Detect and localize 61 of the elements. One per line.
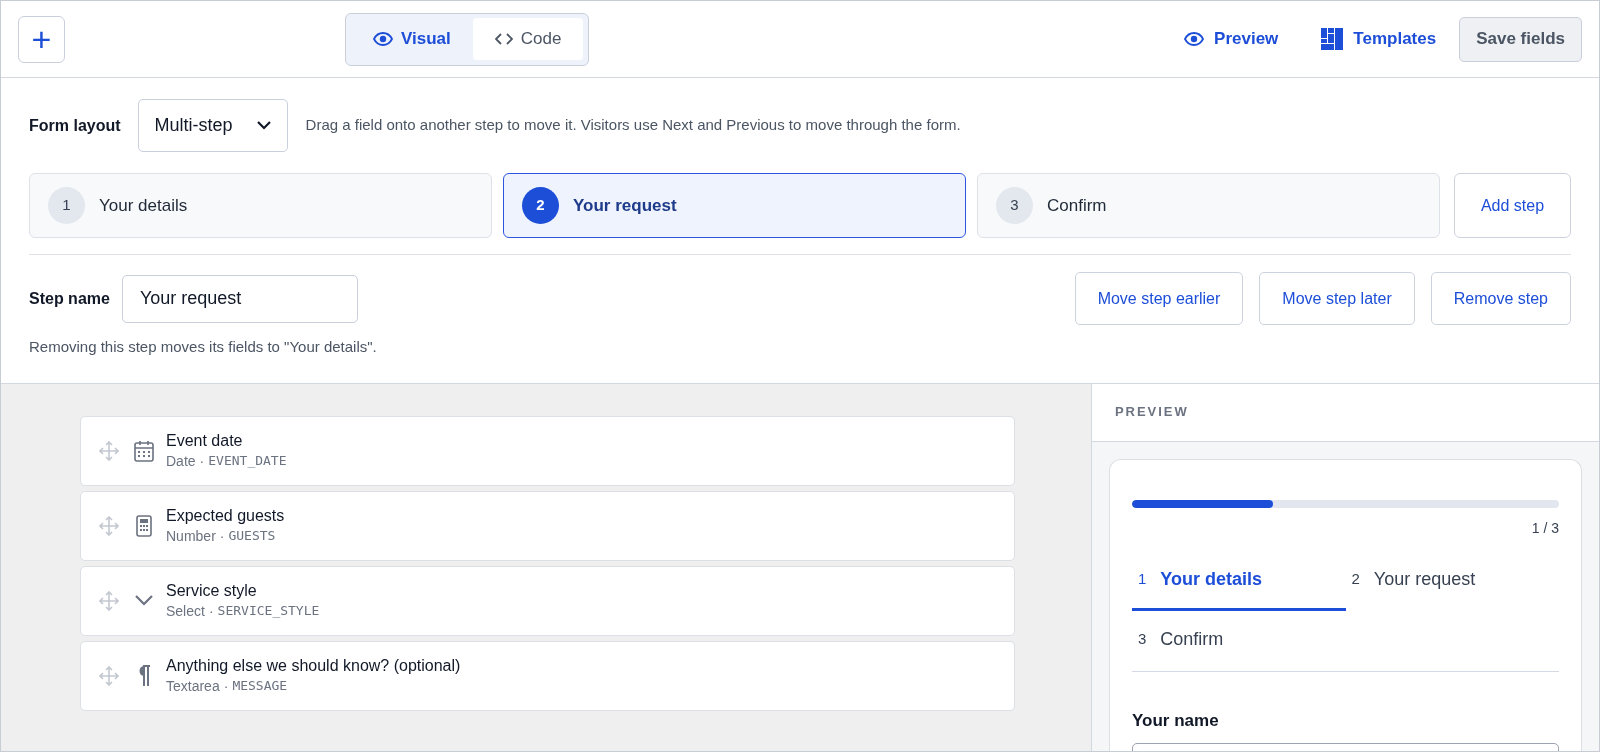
field-type: Select <box>166 601 205 621</box>
save-button[interactable]: Save fields <box>1459 16 1582 62</box>
field-type: Date <box>166 451 196 471</box>
mode-tab[interactable]: Code <box>472 18 584 60</box>
add-step-button[interactable]: Add step <box>1454 173 1571 238</box>
step-name-label: Step name <box>29 288 110 309</box>
separator-dot: · <box>208 601 214 621</box>
drag-handle-icon[interactable] <box>99 440 121 461</box>
field-card[interactable]: Anything else we should know? (optional) Textarea · MESSAGE <box>80 640 1015 711</box>
separator-dot: · <box>219 526 225 546</box>
progress-reading: 1 / 3 <box>1531 518 1559 538</box>
step-number: 1 <box>48 187 85 224</box>
step-name-field[interactable]: Your request <box>121 274 358 323</box>
toolbar-link[interactable]: Templates <box>1321 19 1437 59</box>
chevron-down-icon <box>135 595 153 606</box>
field-key: MESSAGE <box>232 675 288 696</box>
field-card[interactable]: Expected guests Number · GUESTS <box>80 490 1015 561</box>
drag-handle-icon[interactable] <box>99 665 121 686</box>
field-label: Your name <box>1132 709 1220 732</box>
drag-handle-icon[interactable] <box>99 515 121 536</box>
pilcrow-icon <box>137 664 151 687</box>
step-action-button[interactable]: Move step earlier <box>1074 272 1244 325</box>
step-tab[interactable]: 2 Your request <box>503 173 966 238</box>
preview-step-tab[interactable]: 2 Your request <box>1345 550 1559 611</box>
add-button[interactable]: + <box>18 15 65 63</box>
layout-dropdown[interactable]: Multi-step <box>137 99 288 152</box>
field-key: GUESTS <box>228 525 276 546</box>
calculator-icon <box>136 514 152 537</box>
layout-grid-icon <box>1321 28 1344 50</box>
toolbar-link[interactable]: Preview <box>1184 19 1279 59</box>
eye-icon <box>1184 32 1205 46</box>
separator-dot: · <box>223 676 229 696</box>
step-action-button[interactable]: Move step later <box>1259 272 1415 325</box>
field-label: Anything else we should know? (optional) <box>166 655 461 676</box>
field-type: Textarea <box>166 676 220 696</box>
field-card[interactable]: Event date Date · EVENT_DATE <box>80 415 1015 486</box>
field-key: EVENT_DATE <box>208 450 287 471</box>
step-number: 3 <box>996 187 1033 224</box>
step-action-button[interactable]: Remove step <box>1430 272 1571 325</box>
field-type: Number <box>166 526 216 546</box>
calendar-icon <box>134 439 154 462</box>
field-key: SERVICE_STYLE <box>217 600 320 621</box>
step-number: 2 <box>522 187 559 224</box>
separator-dot: · <box>199 451 205 471</box>
preview-step-tab[interactable]: 3 Confirm <box>1132 610 1346 671</box>
mode-tab[interactable]: Visual <box>351 18 473 60</box>
drag-handle-icon[interactable] <box>99 590 121 611</box>
step-tab[interactable]: 3 Confirm <box>977 173 1440 238</box>
hint-text: Drag a field onto another step to move it. Visitors use Next and Previous to move through the form. <box>305 115 961 136</box>
preview-step-tab[interactable]: 1 Your details <box>1132 550 1346 611</box>
form-layout-label: Form layout <box>29 115 121 136</box>
eye-icon <box>373 32 393 46</box>
step-note: Removing this step moves its fields to "Your details". <box>29 337 378 357</box>
field-card[interactable]: Service style Select · SERVICE_STYLE <box>80 565 1015 636</box>
chevron-down-icon <box>256 121 271 130</box>
field-label: Expected guests <box>166 505 285 526</box>
code-icon <box>494 33 513 45</box>
preview-heading: PREVIEW <box>1115 403 1189 422</box>
field-label: Service style <box>166 580 258 601</box>
field-label: Event date <box>166 430 244 451</box>
step-tab[interactable]: 1 Your details <box>29 173 492 238</box>
